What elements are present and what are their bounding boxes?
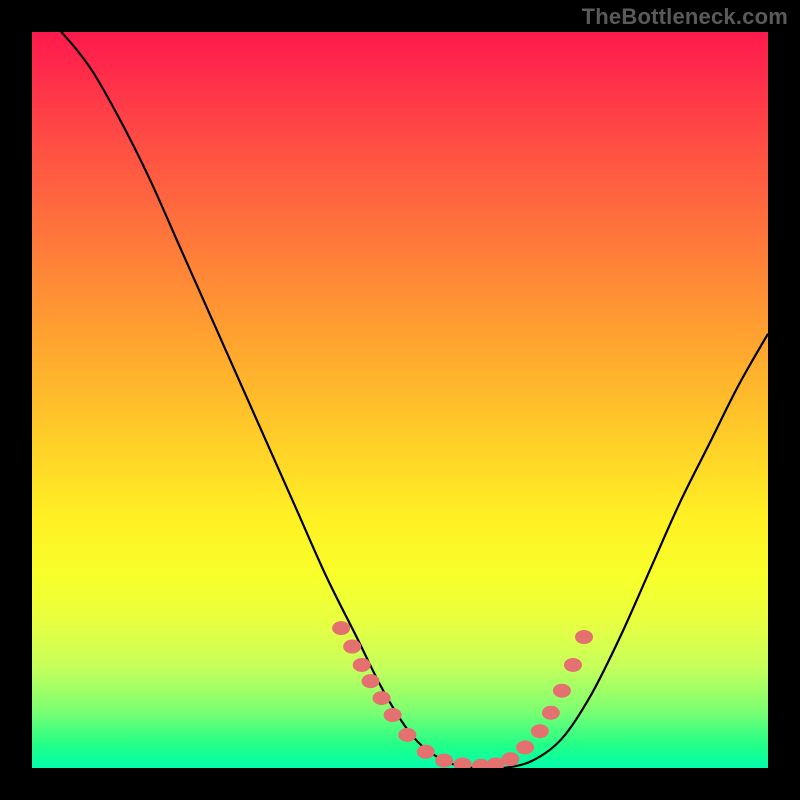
bead-point — [542, 706, 560, 720]
bead-point — [516, 740, 534, 754]
bead-point — [564, 658, 582, 672]
chart-frame: TheBottleneck.com — [0, 0, 800, 800]
chart-svg — [32, 32, 768, 768]
plot-area — [32, 32, 768, 768]
bead-point — [575, 630, 593, 644]
bead-point — [398, 728, 416, 742]
bead-point — [384, 708, 402, 722]
watermark-text: TheBottleneck.com — [582, 4, 788, 30]
bead-point — [454, 757, 472, 768]
bead-point — [353, 658, 371, 672]
bottleneck-curve — [32, 32, 768, 768]
bead-point — [373, 691, 391, 705]
bead-point — [417, 745, 435, 759]
bead-point — [553, 684, 571, 698]
bead-point — [332, 621, 350, 635]
bead-point — [362, 674, 380, 688]
bead-point — [435, 754, 453, 768]
bead-point — [343, 640, 361, 654]
bead-point — [531, 724, 549, 738]
bead-point — [501, 752, 519, 766]
